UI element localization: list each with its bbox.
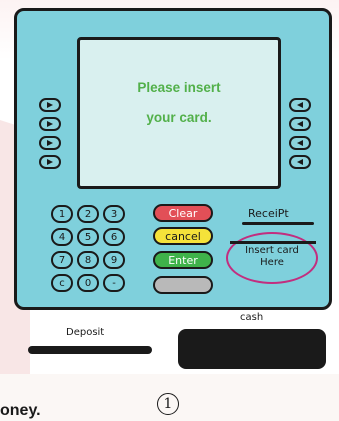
- chevron-left-icon: [297, 159, 303, 165]
- card-slot[interactable]: [230, 241, 316, 244]
- cash-dispenser-slot[interactable]: [178, 329, 326, 369]
- cancel-button[interactable]: cancel: [153, 227, 213, 245]
- keypad-key-9[interactable]: 9: [103, 251, 125, 269]
- screen-message-line-2: your card.: [146, 110, 212, 125]
- left-side-button-2[interactable]: [39, 117, 61, 131]
- atm-screen: Please insert your card.: [77, 37, 281, 189]
- cash-label: cash: [240, 312, 264, 323]
- keypad-key-4[interactable]: 4: [51, 228, 73, 246]
- caption-fragment: oney.: [0, 402, 41, 419]
- deposit-slot[interactable]: [28, 346, 152, 354]
- keypad-key-c[interactable]: c: [51, 274, 73, 292]
- insert-card-label: Insert card Here: [232, 245, 312, 269]
- keypad-key-minus[interactable]: -: [103, 274, 125, 292]
- right-side-button-1[interactable]: [289, 98, 311, 112]
- deposit-label: Deposit: [66, 327, 105, 338]
- chevron-right-icon: [47, 140, 53, 146]
- right-side-button-3[interactable]: [289, 136, 311, 150]
- keypad-key-5[interactable]: 5: [77, 228, 99, 246]
- chevron-right-icon: [47, 102, 53, 108]
- blank-button[interactable]: [153, 276, 213, 294]
- page-number-badge: 1: [157, 393, 179, 415]
- clear-button[interactable]: Clear: [153, 204, 213, 222]
- chevron-left-icon: [297, 140, 303, 146]
- left-side-button-4[interactable]: [39, 155, 61, 169]
- chevron-left-icon: [297, 121, 303, 127]
- chevron-left-icon: [297, 102, 303, 108]
- keypad-key-8[interactable]: 8: [77, 251, 99, 269]
- keypad-key-3[interactable]: 3: [103, 205, 125, 223]
- keypad-key-2[interactable]: 2: [77, 205, 99, 223]
- receipt-label: ReceiPt: [248, 207, 289, 220]
- screen-message-line-1: Please insert: [137, 80, 221, 95]
- keypad-key-6[interactable]: 6: [103, 228, 125, 246]
- right-side-button-4[interactable]: [289, 155, 311, 169]
- left-side-button-3[interactable]: [39, 136, 61, 150]
- chevron-right-icon: [47, 159, 53, 165]
- keypad-key-0[interactable]: 0: [77, 274, 99, 292]
- keypad-key-7[interactable]: 7: [51, 251, 73, 269]
- insert-card-label-line-1: Insert card: [245, 245, 299, 256]
- left-side-button-1[interactable]: [39, 98, 61, 112]
- keypad-key-1[interactable]: 1: [51, 205, 73, 223]
- enter-button[interactable]: Enter: [153, 251, 213, 269]
- right-side-button-2[interactable]: [289, 117, 311, 131]
- insert-card-label-line-2: Here: [260, 257, 284, 268]
- receipt-slot[interactable]: [242, 222, 314, 225]
- chevron-right-icon: [47, 121, 53, 127]
